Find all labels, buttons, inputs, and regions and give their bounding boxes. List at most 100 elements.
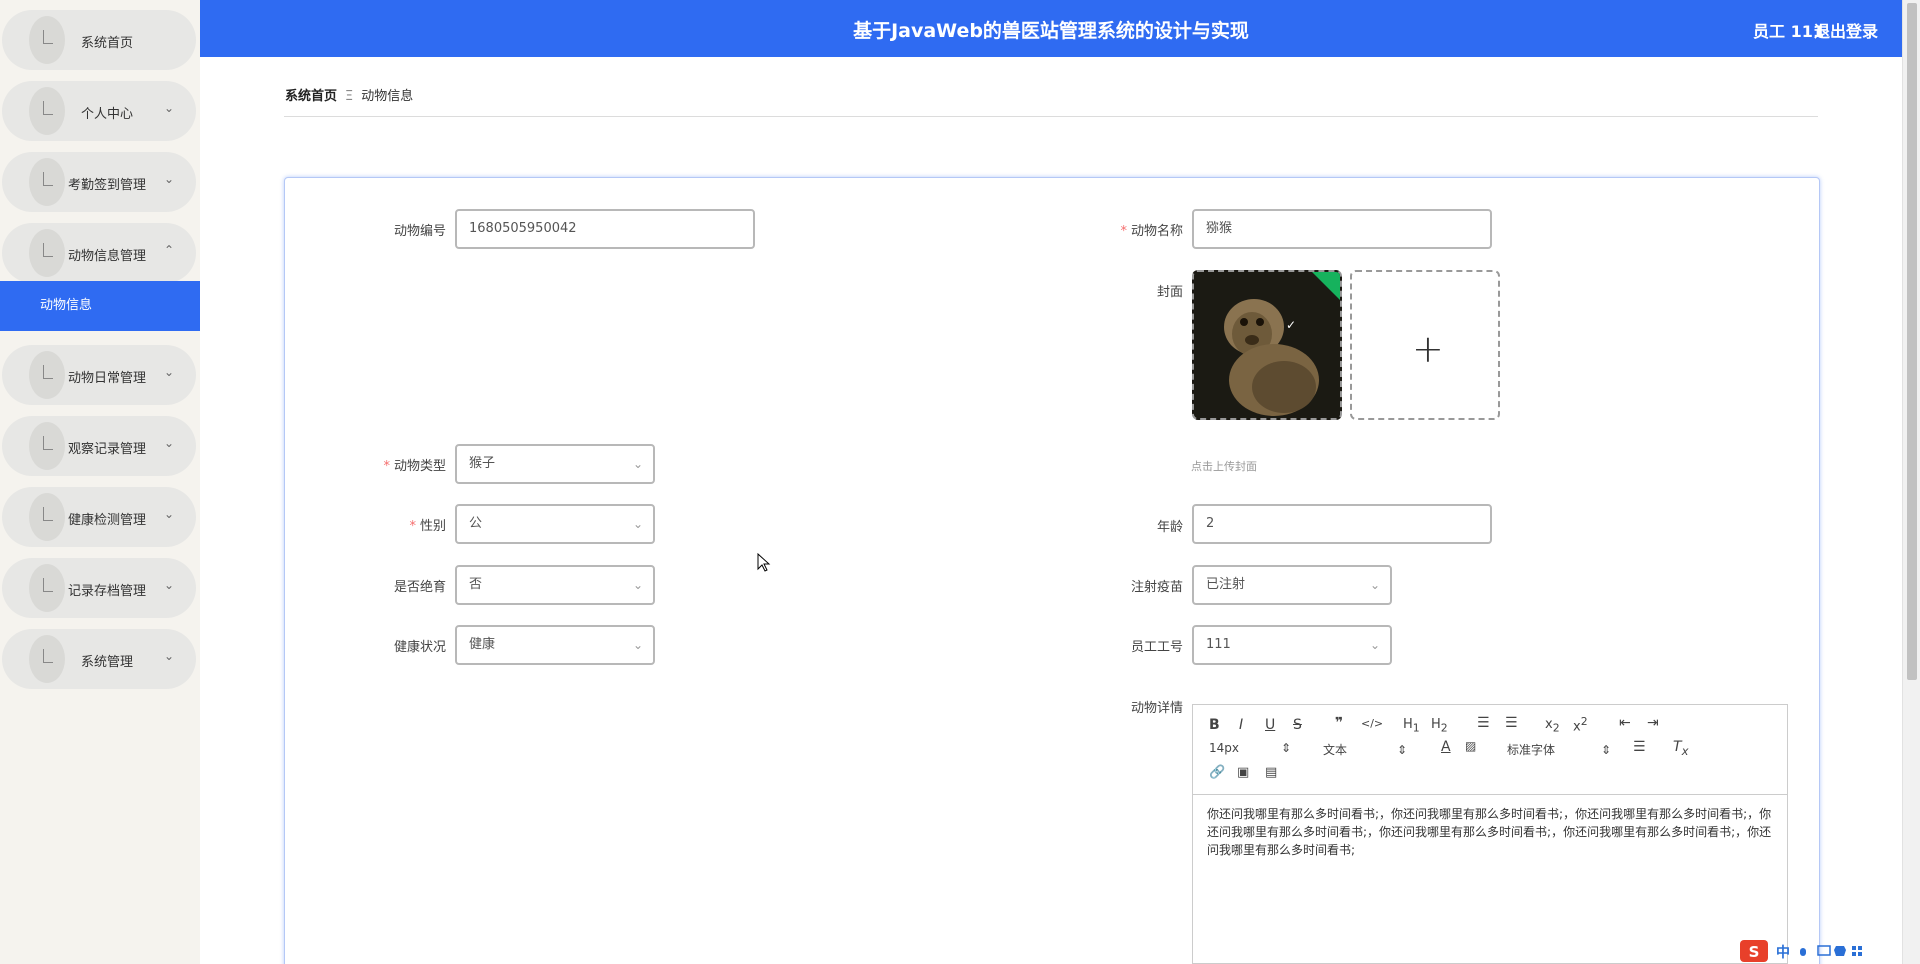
indent-icon[interactable]: ⇥ [1647,715,1659,731]
heading1-icon[interactable]: H1 [1403,717,1420,735]
neutered-value: 否 [469,577,483,592]
sidebar-item-label: 系统首页 [80,36,133,51]
chevron-down-icon: ⌄ [632,638,643,652]
sidebar: 系统首页 个人中心 ⌄ 考勤签到管理 ⌄ 动物信息管理 ⌃ 动物信息 动物日常管… [0,0,200,964]
link-icon[interactable]: 🔗 [1209,765,1225,780]
app-title: 基于JavaWeb的兽医站管理系统的设计与实现 [853,20,1249,42]
gender-label: * 性别 [409,519,446,534]
underline-icon[interactable]: U [1265,717,1275,733]
bold-icon[interactable]: B [1209,717,1220,733]
chevron-down-icon: ⌄ [632,578,643,592]
sidebar-item-label: 观察记录管理 [67,442,146,457]
chevron-down-icon: ⌄ [163,649,174,663]
sidebar-item-label: 个人中心 [80,107,133,122]
required-mark: * [1120,224,1127,239]
editor-toolbar: B I U S ❞ </> H1 H2 ☰ ☰ x2 x2 ⇤ ⇥ 14px ⇕ … [1193,705,1787,795]
age-label: 年龄 [1156,520,1183,535]
chevron-down-icon: ⌄ [163,101,174,115]
sidebar-item-label: 健康检测管理 [67,513,146,528]
animal-no-input[interactable]: 1680505950042 [455,209,755,249]
page-scrollbar[interactable] [1902,0,1920,964]
align-icon[interactable]: ☰ [1633,739,1646,755]
sidebar-subitem-animal-info[interactable]: 动物信息 [0,281,200,331]
logout-link[interactable]: 退出登录 [1814,18,1878,42]
required-mark: * [409,519,416,534]
image-icon[interactable]: ▣ [1237,765,1249,780]
editor-content[interactable]: 你还问我哪里有那么多时间看书;，你还问我哪里有那么多时间看书;，你还问我哪里有那… [1207,805,1773,859]
sidebar-item-animal-daily[interactable]: 动物日常管理 ⌄ [2,345,196,405]
breadcrumb: 系统首页 Ξ 动物信息 [285,85,413,104]
chevron-down-icon: ⌄ [163,172,174,186]
cover-label: 封面 [1156,285,1183,300]
strikethrough-icon[interactable]: S [1293,717,1302,733]
staff-no-value: 111 [1206,637,1231,652]
sidebar-item-label: 记录存档管理 [67,584,146,599]
staff-no-label: 员工工号 [1130,640,1183,655]
chevron-down-icon: ⌄ [1369,638,1380,652]
heading2-icon[interactable]: H2 [1431,717,1448,735]
chevron-down-icon: ⌄ [163,365,174,379]
sidebar-item-attendance[interactable]: 考勤签到管理 ⌄ [2,152,196,212]
font-color-icon[interactable]: A [1441,739,1451,755]
gender-value: 公 [469,516,483,531]
clear-format-icon[interactable]: Tx [1673,739,1688,758]
video-icon[interactable]: ▤ [1265,765,1277,780]
health-value: 健康 [469,637,496,652]
vaccine-select[interactable]: 已注射 ⌄ [1192,565,1392,605]
sidebar-item-label: 动物日常管理 [67,371,146,386]
animal-name-input[interactable]: 猕猴 [1192,209,1492,249]
required-mark: * [383,459,390,474]
breadcrumb-divider [284,116,1818,117]
background-color-icon[interactable]: ▨ [1465,739,1476,753]
breadcrumb-separator-icon: Ξ [345,89,354,104]
sidebar-item-health-check[interactable]: 健康检测管理 ⌄ [2,487,196,547]
chevron-down-icon: ⌄ [632,457,643,471]
scrollbar-thumb[interactable] [1907,3,1917,680]
health-select[interactable]: 健康 ⌄ [455,625,655,665]
sidebar-item-animal-info-mgmt[interactable]: 动物信息管理 ⌃ [2,223,196,283]
sidebar-item-label: 系统管理 [80,655,133,670]
subscript-icon[interactable]: x2 [1545,717,1560,735]
animal-type-label: * 动物类型 [383,459,446,474]
sidebar-item-personal-center[interactable]: 个人中心 ⌄ [2,81,196,141]
animal-no-label: 动物编号 [393,224,446,239]
neutered-label: 是否绝育 [393,580,446,595]
neutered-select[interactable]: 否 ⌄ [455,565,655,605]
chevron-down-icon: ⌄ [163,578,174,592]
cover-upload-tip: 点击上传封面 [1191,460,1257,473]
bullet-list-icon[interactable]: ☰ [1505,715,1518,731]
sidebar-item-system[interactable]: 系统管理 ⌄ [2,629,196,689]
animal-type-select[interactable]: 猴子 ⌄ [455,444,655,484]
superscript-icon[interactable]: x2 [1573,715,1588,734]
code-block-icon[interactable]: </> [1361,717,1383,730]
chevron-down-icon: ⌄ [163,436,174,450]
chevron-up-icon: ⌃ [163,243,174,257]
font-size-select[interactable]: 14px ⇕ [1209,741,1291,755]
outdent-icon[interactable]: ⇤ [1619,715,1631,731]
vaccine-label: 注射疫苗 [1130,580,1183,595]
blockquote-icon[interactable]: ❞ [1335,715,1343,731]
check-icon: ✓ [1286,318,1297,332]
chevron-down-icon: ⌄ [1369,578,1380,592]
breadcrumb-home[interactable]: 系统首页 [285,89,337,104]
plus-icon: + [1412,327,1444,371]
gender-select[interactable]: 公 ⌄ [455,504,655,544]
rich-text-editor[interactable]: B I U S ❞ </> H1 H2 ☰ ☰ x2 x2 ⇤ ⇥ 14px ⇕ … [1192,704,1788,964]
font-family-select[interactable]: 标准字体 ⇕ [1507,741,1611,758]
ime-lang-indicator[interactable]: 中 [1776,942,1790,962]
cover-upload-button[interactable]: + [1350,270,1500,420]
sidebar-item-records[interactable]: 记录存档管理 ⌄ [2,558,196,618]
age-input[interactable]: 2 [1192,504,1492,544]
ordered-list-icon[interactable]: ☰ [1477,715,1490,731]
chevron-down-icon: ⌄ [632,517,643,531]
sidebar-item-observation[interactable]: 观察记录管理 ⌄ [2,416,196,476]
health-label: 健康状况 [393,640,446,655]
cover-image-preview[interactable]: ✓ [1192,270,1342,420]
staff-no-select[interactable]: 111 ⌄ [1192,625,1392,665]
top-header: 基于JavaWeb的兽医站管理系统的设计与实现 员工 111 退出登录 [200,0,1902,57]
text-style-select[interactable]: 文本 ⇕ [1323,741,1407,758]
ime-toolbar[interactable]: S 中 [1740,938,1920,964]
sidebar-item-home[interactable]: 系统首页 [2,10,196,70]
chevron-down-icon: ⌄ [163,507,174,521]
italic-icon[interactable]: I [1239,717,1243,733]
